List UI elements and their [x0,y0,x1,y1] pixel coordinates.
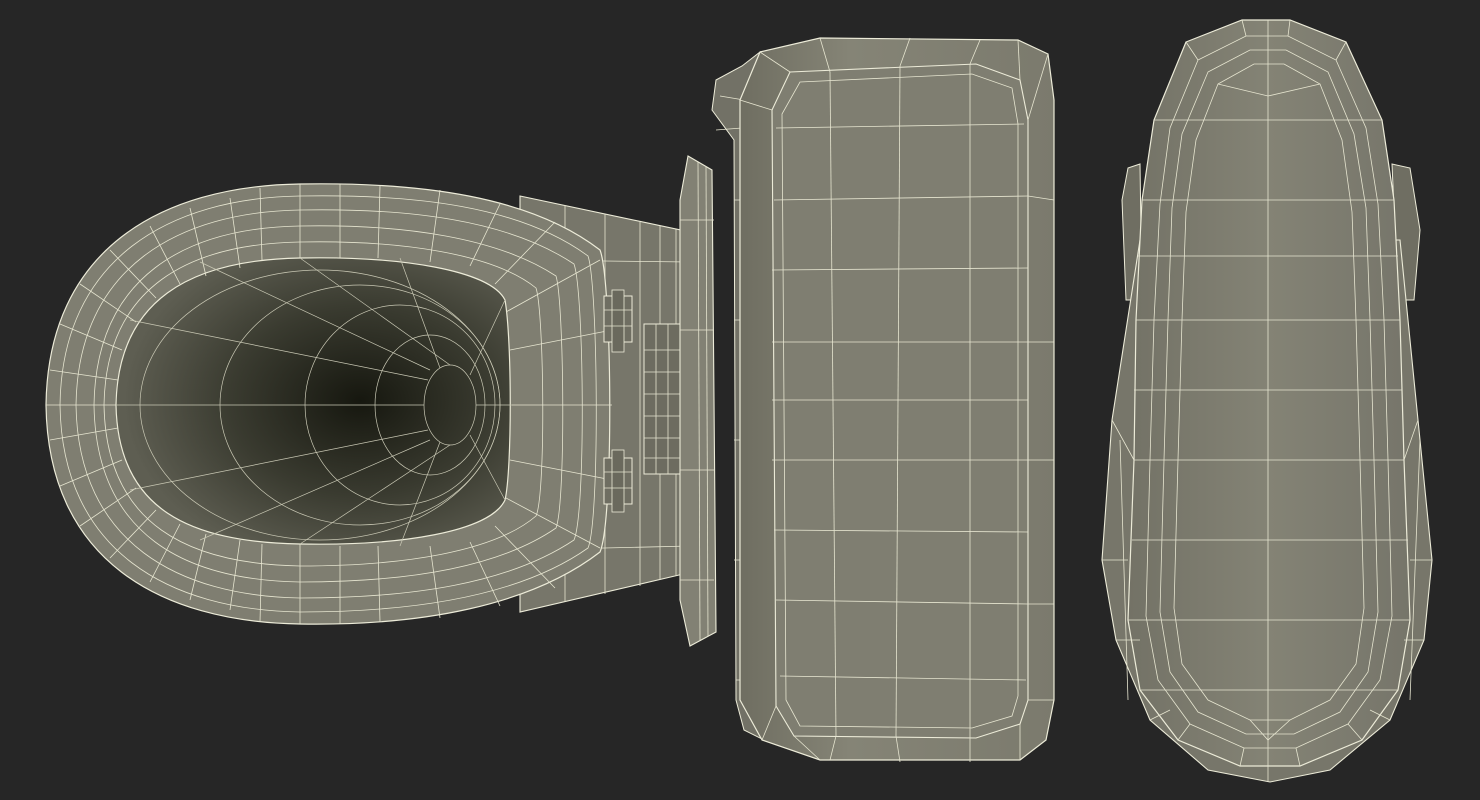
tank-lid-recess [771,63,1029,739]
bowl-opening [115,257,511,545]
toilet-top-view-open [45,155,717,647]
seat-mount [643,323,681,475]
toilet-rear-view [711,37,1055,763]
toilet-top-view-closed [1101,19,1433,783]
hinge-right [603,449,633,513]
wireframe-render [45,19,1433,783]
closed-lid-outer [1127,19,1411,767]
render-viewport [0,0,1480,800]
